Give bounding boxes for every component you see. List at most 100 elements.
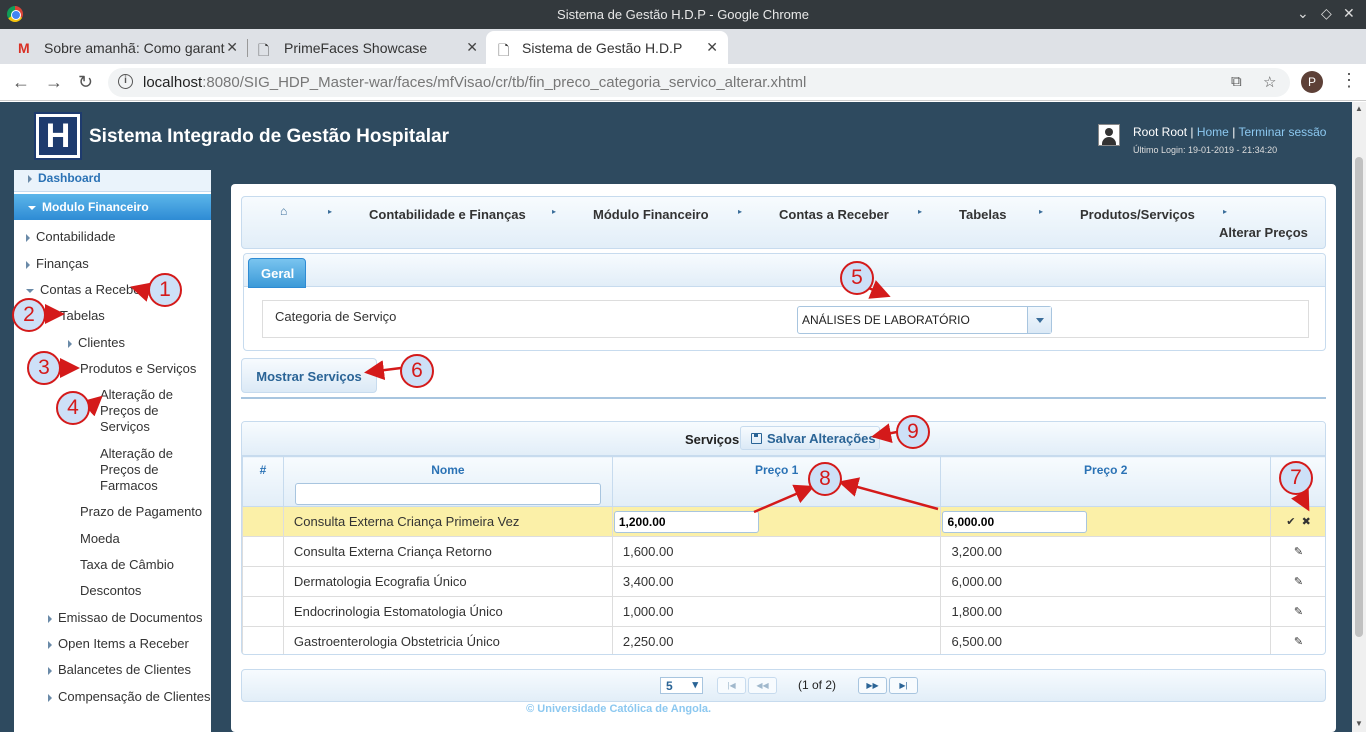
browser-menu-icon[interactable]: ⋮ (1340, 70, 1358, 91)
breadcrumb-item[interactable]: Tabelas (959, 207, 1006, 222)
preco1-input[interactable] (613, 510, 759, 533)
forward-icon[interactable]: → (45, 72, 63, 93)
close-window-icon[interactable]: ✕ (1343, 5, 1355, 22)
cell-nome: Gastroenterologia Obstetricia Único (282, 626, 613, 654)
table-row[interactable]: Gastroenterologia Obstetricia Único 2,25… (242, 626, 1325, 654)
tab-header: Geral (244, 254, 1325, 288)
annotation-marker: 8 (808, 462, 842, 496)
translate-icon[interactable]: ⧉ (1231, 73, 1242, 90)
sidebar-item-alt-farmacos[interactable]: Alteração de Preços de Farmacos (100, 446, 190, 494)
column-header-num: # (242, 456, 284, 507)
table-row[interactable]: Consulta Externa Criança Retorno 1,600.0… (242, 536, 1325, 567)
bookmark-star-icon[interactable]: ☆ (1263, 73, 1276, 91)
edit-pencil-icon[interactable]: ✎ (1270, 626, 1325, 654)
sidebar-item-tabelas[interactable]: Tabelas (60, 308, 105, 323)
page-scrollbar[interactable]: ▲ ▼ (1352, 102, 1366, 732)
last-page-icon[interactable]: ▶| (889, 677, 918, 694)
next-page-icon[interactable]: ▶▶ (858, 677, 887, 694)
scroll-down-icon[interactable]: ▼ (1355, 719, 1363, 728)
preco2-input[interactable] (942, 510, 1088, 533)
app-title: Sistema Integrado de Gestão Hospitalar (89, 126, 450, 147)
first-page-icon[interactable]: |◀ (717, 677, 746, 694)
category-value: ANÁLISES DE LABORATÓRIO (802, 313, 970, 327)
chevron-down-icon (28, 205, 36, 210)
site-info-icon[interactable]: i (118, 74, 133, 89)
profile-avatar[interactable]: P (1301, 71, 1323, 93)
show-services-button[interactable]: Mostrar Serviços (241, 358, 377, 393)
table-row[interactable]: Dermatologia Ecografia Único 3,400.00 6,… (242, 566, 1325, 597)
edit-pencil-icon[interactable]: ✎ (1270, 566, 1325, 597)
home-link[interactable]: Home (1197, 125, 1229, 139)
cell-preco2: 6,000.00 (940, 566, 1272, 597)
cell-preco2: 3,200.00 (940, 536, 1272, 567)
browser-tab-primefaces[interactable]: 🗋 PrimeFaces Showcase ✕ (240, 31, 488, 64)
cell-preco1: 1,600.00 (611, 536, 942, 567)
sidebar-item-descontos[interactable]: Descontos (80, 583, 141, 598)
minimize-icon[interactable]: ⌄ (1297, 5, 1309, 22)
sidebar-item-dashboard[interactable]: Dashboard (14, 170, 211, 192)
cell-nome: Endocrinologia Estomatologia Único (282, 596, 613, 627)
scroll-up-icon[interactable]: ▲ (1355, 104, 1363, 113)
sidebar-item-contas[interactable]: Contas a Receber (26, 282, 145, 297)
table-row[interactable]: Consulta Externa Criança Primeira Vez ✔ … (242, 506, 1325, 537)
browser-tab-sig[interactable]: 🗋 Sistema de Gestão H.D.P ✕ (486, 31, 728, 64)
tab-close-icon[interactable]: ✕ (226, 39, 238, 56)
sidebar-item-open-items[interactable]: Open Items a Receber (48, 636, 189, 651)
annotation-marker: 9 (896, 415, 930, 449)
annotation-marker: 2 (12, 298, 46, 332)
maximize-icon[interactable]: ◇ (1321, 5, 1332, 22)
edit-pencil-icon[interactable]: ✎ (1270, 536, 1325, 567)
table-row[interactable]: Endocrinologia Estomatologia Único 1,000… (242, 596, 1325, 627)
breadcrumb-item[interactable]: Contas a Receber (779, 207, 889, 222)
sidebar-item-alt-servicos[interactable]: Alteração de Preços de Serviços (100, 387, 190, 435)
logout-link[interactable]: Terminar sessão (1238, 125, 1326, 139)
browser-tabbar: M Sobre amanhã: Como garant ✕ 🗋 PrimeFac… (0, 29, 1366, 87)
url-field[interactable]: i localhost:8080/SIG_HDP_Master-war/face… (108, 68, 1290, 97)
column-header-preco2[interactable]: Preço 2 (940, 456, 1272, 507)
paginator: 5 |◀ ◀◀ (1 of 2) ▶▶ ▶| (241, 669, 1326, 702)
tab-close-icon[interactable]: ✕ (466, 39, 478, 56)
window-title: Sistema de Gestão H.D.P - Google Chrome (557, 7, 809, 22)
sidebar-item-financas[interactable]: Finanças (26, 256, 89, 271)
sidebar-item-produtos[interactable]: Produtos e Serviços (80, 361, 196, 376)
breadcrumb-item[interactable]: Módulo Financeiro (593, 207, 709, 222)
save-row-check-icon[interactable]: ✔ (1286, 516, 1295, 528)
services-grid: # Nome Preço 1 Preço 2 Consulta Externa … (242, 456, 1325, 654)
tab-label: PrimeFaces Showcase (284, 40, 428, 56)
app-header: H Sistema Integrado de Gestão Hospitalar… (14, 102, 1352, 170)
sidebar-item-contabilidade[interactable]: Contabilidade (26, 229, 116, 244)
home-icon[interactable]: ⌂ (280, 204, 287, 218)
prev-page-icon[interactable]: ◀◀ (748, 677, 777, 694)
sidebar-item-emissao[interactable]: Emissao de Documentos (48, 610, 203, 625)
sidebar-item-clientes[interactable]: Clientes (68, 335, 125, 350)
breadcrumb-item[interactable]: Contabilidade e Finanças (369, 207, 526, 222)
footer-link[interactable]: © Universidade Católica de Angola. (526, 703, 711, 715)
column-header-preco1[interactable]: Preço 1 (611, 456, 942, 507)
rows-per-page-select[interactable]: 5 (660, 677, 703, 694)
user-name: Root Root | (1133, 125, 1194, 139)
hospital-logo: H (34, 112, 82, 160)
page-icon: 🗋 (258, 42, 270, 58)
edit-pencil-icon[interactable]: ✎ (1270, 596, 1325, 627)
tab-geral[interactable]: Geral (248, 258, 306, 288)
browser-tab-gmail[interactable]: M Sobre amanhã: Como garant ✕ (0, 31, 248, 64)
category-select[interactable]: ANÁLISES DE LABORATÓRIO (797, 306, 1052, 334)
chevron-right-icon (28, 174, 32, 183)
sidebar-item-prazo[interactable]: Prazo de Pagamento (80, 504, 202, 519)
scroll-thumb[interactable] (1355, 157, 1363, 637)
column-header-nome[interactable]: Nome (282, 456, 613, 507)
cancel-row-x-icon[interactable]: ✖ (1302, 516, 1311, 528)
tab-label: Sistema de Gestão H.D.P (522, 40, 683, 56)
reload-icon[interactable]: ↻ (78, 72, 93, 93)
sidebar-item-moeda[interactable]: Moeda (80, 531, 120, 546)
back-icon[interactable]: ← (12, 72, 30, 93)
sidebar-item-module[interactable]: Modulo Financeiro (14, 194, 211, 220)
chevron-down-icon[interactable] (1027, 307, 1051, 333)
tab-close-icon[interactable]: ✕ (706, 39, 718, 56)
name-filter-input[interactable] (294, 483, 601, 505)
sidebar-item-taxa[interactable]: Taxa de Câmbio (80, 557, 174, 572)
chevron-right-icon (48, 666, 52, 675)
save-changes-button[interactable]: Salvar Alterações (740, 426, 880, 450)
breadcrumb-item[interactable]: Produtos/Serviços (1080, 207, 1195, 222)
sidebar-item-balancetes[interactable]: Balancetes de Clientes (48, 662, 191, 677)
